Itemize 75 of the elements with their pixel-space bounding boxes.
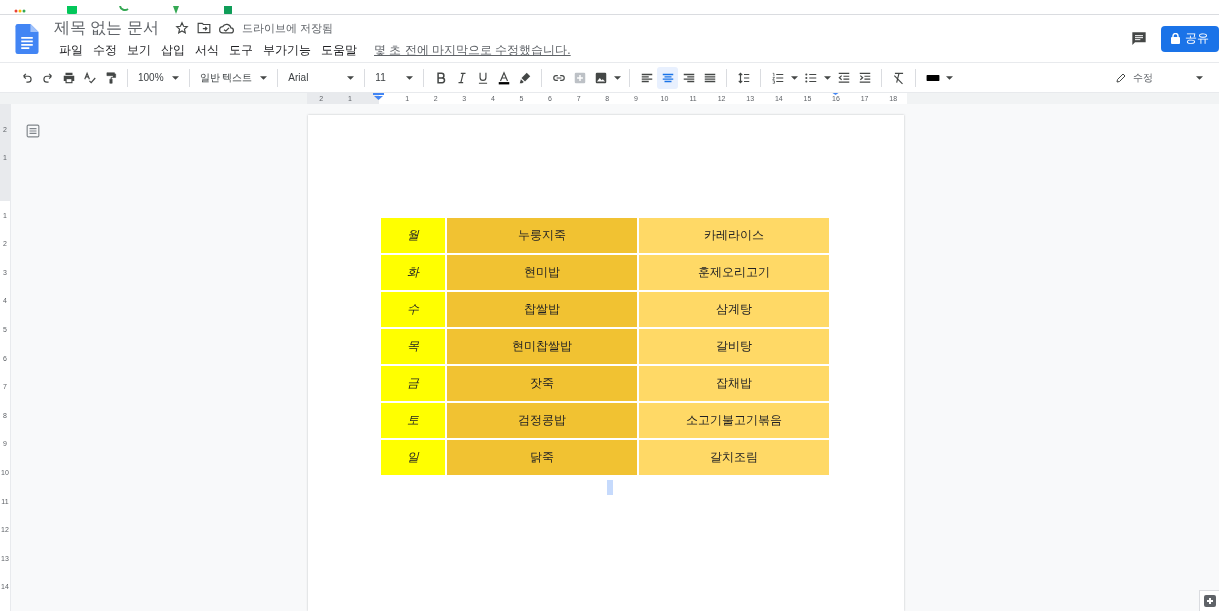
cloud-icon: [218, 22, 234, 34]
menu-item[interactable]: 파일: [54, 40, 88, 60]
menu-item[interactable]: 부가기능: [258, 40, 316, 60]
table-cell: 현미밥: [447, 255, 637, 290]
menu-item[interactable]: 삽입: [156, 40, 190, 60]
outdent-icon[interactable]: [836, 70, 851, 85]
table-cell: 갈치조림: [639, 440, 829, 475]
pencil-icon[interactable]: [1115, 71, 1127, 84]
caret-icon[interactable]: [945, 75, 953, 80]
table-cell: 검정콩밥: [447, 403, 637, 438]
table-cell: 잡채밥: [639, 366, 829, 401]
caret-icon[interactable]: [1196, 75, 1203, 80]
menu-item[interactable]: 서식: [190, 40, 224, 60]
outline-icon[interactable]: [26, 124, 40, 138]
table-cell: 일: [381, 440, 445, 475]
menu-item[interactable]: 도움말: [316, 40, 362, 60]
image-icon[interactable]: [593, 70, 608, 85]
table-cell: 화: [381, 255, 445, 290]
dropdown[interactable]: Arial: [284, 66, 359, 89]
table-cell: 누룽지죽: [447, 218, 637, 253]
table-cell: 월: [381, 218, 445, 253]
clear-format-icon[interactable]: [891, 70, 906, 85]
lock-icon[interactable]: [1171, 33, 1180, 44]
caret-icon[interactable]: [347, 75, 355, 80]
text-cursor: [607, 480, 613, 495]
table-cell: 수: [381, 292, 445, 327]
explore-button[interactable]: [1199, 590, 1219, 611]
table-cell: 잣죽: [447, 366, 637, 401]
margin-marker-icon[interactable]: [831, 93, 839, 95]
map-pin-icon[interactable]: [170, 6, 182, 14]
star-icon[interactable]: [174, 21, 189, 35]
table-cell: 갈비탕: [639, 329, 829, 364]
last-edit-link[interactable]: 몇 초 전에 마지막으로 수정했습니다.: [374, 41, 571, 59]
caret-icon[interactable]: [406, 75, 414, 80]
paint-roller-icon[interactable]: [103, 70, 118, 85]
save-status: 드라이브에 저장됨: [241, 20, 333, 36]
numbered-list-icon[interactable]: [770, 70, 785, 85]
sheet-icon[interactable]: [222, 6, 234, 14]
comment-icon[interactable]: [1131, 30, 1147, 47]
table-cell: 목: [381, 329, 445, 364]
caret-icon[interactable]: [260, 75, 268, 80]
table-cell: 토: [381, 403, 445, 438]
table-cell: 현미찹쌀밥: [447, 329, 637, 364]
caret-icon[interactable]: [823, 75, 831, 80]
share-button[interactable]: 공유: [1161, 25, 1219, 52]
menu-item[interactable]: 수정: [88, 40, 122, 60]
dropdown[interactable]: 11: [371, 66, 418, 89]
bookmark-icon[interactable]: [118, 6, 130, 14]
line-spacing-icon[interactable]: [736, 70, 751, 85]
caret-icon[interactable]: [790, 75, 798, 80]
table-cell: 금: [381, 366, 445, 401]
print-icon[interactable]: [61, 70, 76, 85]
indent-marker-icon[interactable]: [373, 93, 385, 100]
text-color-icon[interactable]: [496, 70, 511, 85]
table-cell: 닭죽: [447, 440, 637, 475]
spellcheck-icon[interactable]: [82, 70, 97, 85]
folder-icon[interactable]: [196, 22, 211, 34]
dropdown[interactable]: 100%: [134, 66, 183, 89]
menu-item[interactable]: 도구: [224, 40, 258, 60]
table-cell: 소고기불고기볶음: [639, 403, 829, 438]
table-cell: 훈제오리고기: [639, 255, 829, 290]
indent-icon[interactable]: [857, 70, 872, 85]
table-cell: 찹쌀밥: [447, 292, 637, 327]
dropdown[interactable]: 일반 텍스트: [195, 66, 272, 89]
document-title[interactable]: 제목 없는 문서: [54, 17, 159, 39]
mode-dropdown[interactable]: 수정: [1113, 66, 1205, 89]
bulleted-list-icon[interactable]: [803, 70, 818, 85]
plus-icon[interactable]: [1203, 595, 1216, 607]
menu-item[interactable]: 보기: [122, 40, 156, 60]
marker-icon[interactable]: [517, 70, 532, 85]
caret-icon[interactable]: [171, 75, 179, 80]
docs-icon[interactable]: [14, 23, 40, 54]
caret-icon[interactable]: [613, 75, 621, 80]
table-cell: 삼계탕: [639, 292, 829, 327]
table-cell: 카레라이스: [639, 218, 829, 253]
